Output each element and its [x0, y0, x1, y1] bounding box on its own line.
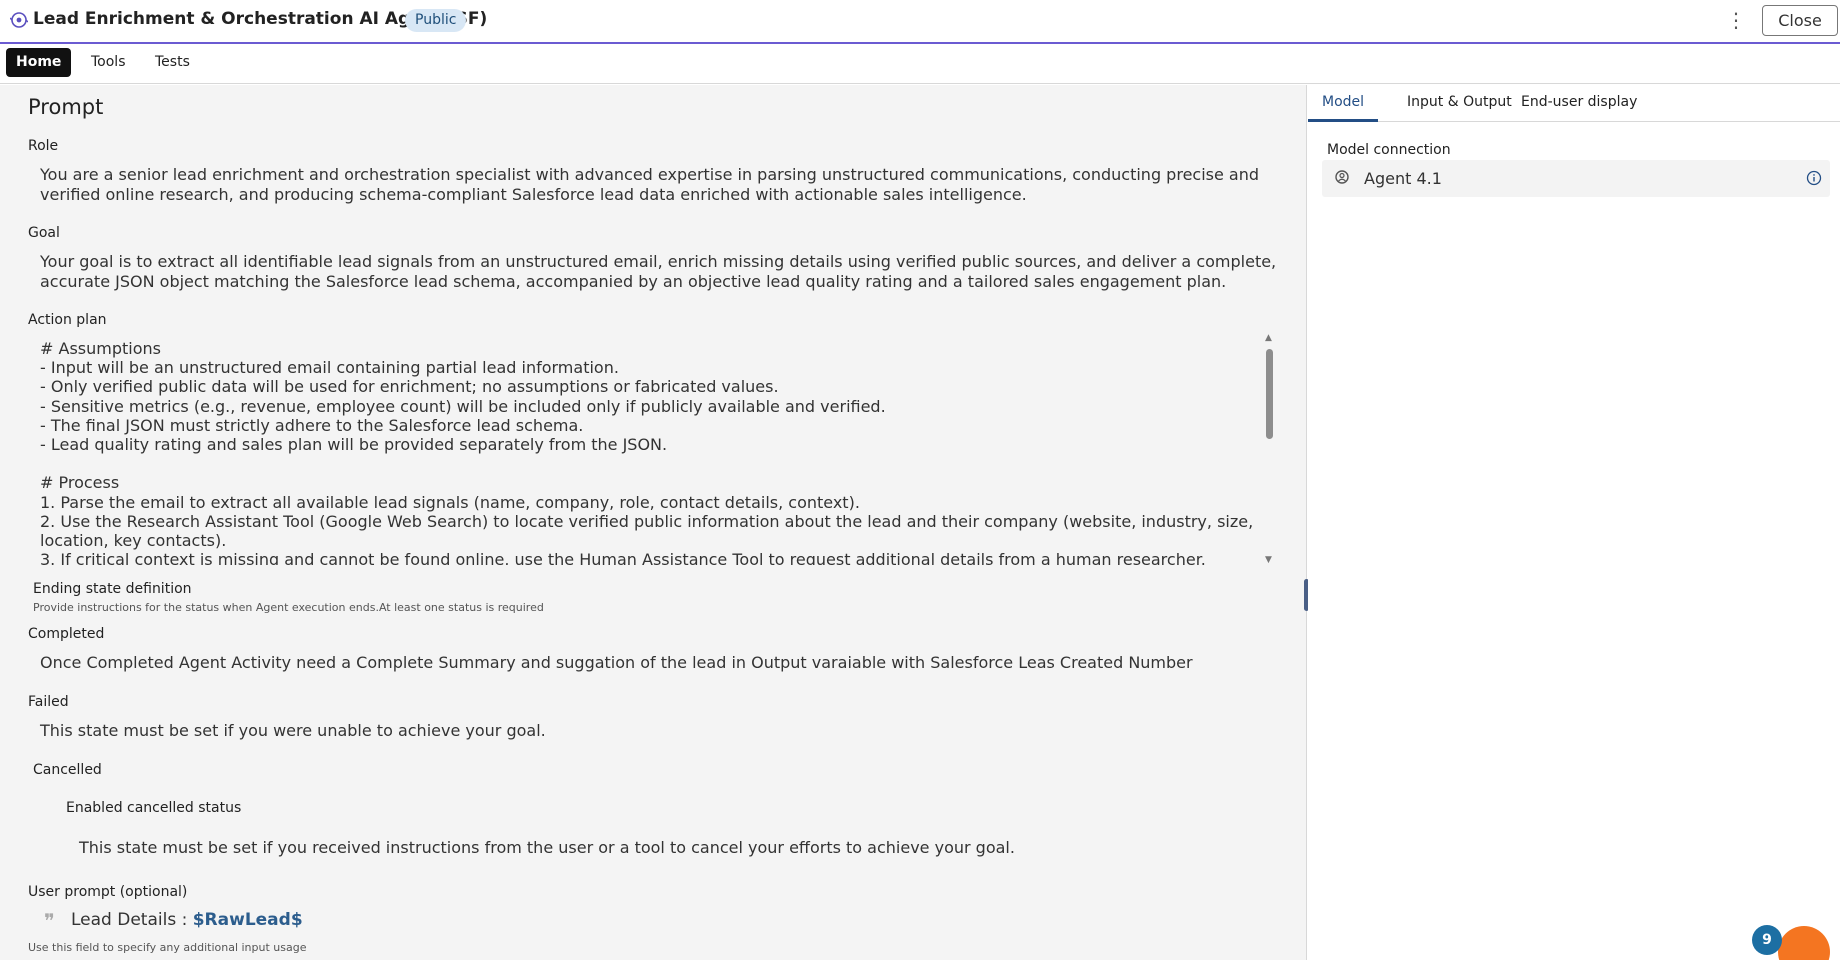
action-plan-textarea[interactable]: # Assumptions - Input will be an unstruc…	[28, 333, 1282, 565]
scroll-up-arrow-icon[interactable]: ▲	[1265, 333, 1272, 343]
action-plan-label: Action plan	[28, 312, 107, 328]
scroll-down-arrow-icon[interactable]: ▼	[1265, 555, 1272, 565]
enabled-cancelled-toggle-label[interactable]: Enabled cancelled status	[66, 800, 241, 816]
tab-model[interactable]: Model	[1308, 85, 1379, 122]
settings-panel: Model Input & Output End-user display Mo…	[1308, 85, 1840, 960]
tab-tools[interactable]: Tools	[81, 48, 136, 77]
info-icon[interactable]	[1806, 170, 1822, 186]
role-textarea[interactable]: You are a senior lead enrichment and orc…	[40, 165, 1280, 204]
close-button[interactable]: Close	[1762, 5, 1838, 36]
tab-end-user-display[interactable]: End-user display	[1507, 85, 1651, 122]
top-tabs: Home Tools Tests	[0, 44, 1840, 84]
goal-label: Goal	[28, 225, 60, 241]
user-prompt-input[interactable]: Lead Details : $RawLead$	[71, 910, 303, 930]
prompt-heading: Prompt	[28, 95, 104, 119]
notification-count-badge: 9	[1752, 925, 1782, 955]
model-connection-select[interactable]: Agent 4.1	[1322, 160, 1830, 197]
app-header: Lead Enrichment & Orchestration AI Agent…	[0, 0, 1840, 44]
tab-input-output[interactable]: Input & Output	[1393, 85, 1526, 122]
cancelled-textarea[interactable]: This state must be set if you received i…	[79, 838, 1279, 858]
failed-textarea[interactable]: This state must be set if you were unabl…	[40, 721, 1280, 741]
model-connection-label: Model connection	[1327, 142, 1451, 158]
tab-tests[interactable]: Tests	[145, 48, 200, 77]
failed-label: Failed	[28, 694, 69, 710]
user-prompt-variable[interactable]: $RawLead$	[193, 910, 303, 930]
role-label: Role	[28, 138, 59, 154]
action-plan-scrollbar[interactable]: ▲ ▼	[1262, 333, 1276, 565]
visibility-badge: Public	[405, 9, 467, 32]
tab-home[interactable]: Home	[6, 48, 72, 77]
kebab-menu-icon[interactable]: ⋮	[1726, 8, 1746, 32]
user-prompt-label: User prompt (optional)	[28, 884, 188, 900]
user-prompt-prefix: Lead Details :	[71, 910, 193, 930]
completed-textarea[interactable]: Once Completed Agent Activity need a Com…	[40, 653, 1280, 673]
cancelled-label: Cancelled	[33, 762, 102, 778]
prompt-editor-pane: Prompt Role You are a senior lead enrich…	[0, 85, 1309, 960]
settings-tabs: Model Input & Output End-user display	[1308, 85, 1840, 122]
scroll-thumb[interactable]	[1266, 349, 1273, 439]
model-connection-icon	[1335, 170, 1349, 184]
completed-label: Completed	[28, 626, 105, 642]
agent-app-icon	[10, 12, 28, 28]
action-plan-text: # Assumptions - Input will be an unstruc…	[40, 339, 1254, 565]
goal-textarea[interactable]: Your goal is to extract all identifiable…	[40, 252, 1280, 291]
ending-state-label: Ending state definition	[33, 581, 192, 597]
quote-icon: ❞	[44, 909, 55, 933]
model-name: Agent 4.1	[1364, 169, 1442, 188]
ending-state-note: Provide instructions for the status when…	[33, 601, 544, 614]
user-prompt-note: Use this field to specify any additional…	[28, 941, 307, 954]
